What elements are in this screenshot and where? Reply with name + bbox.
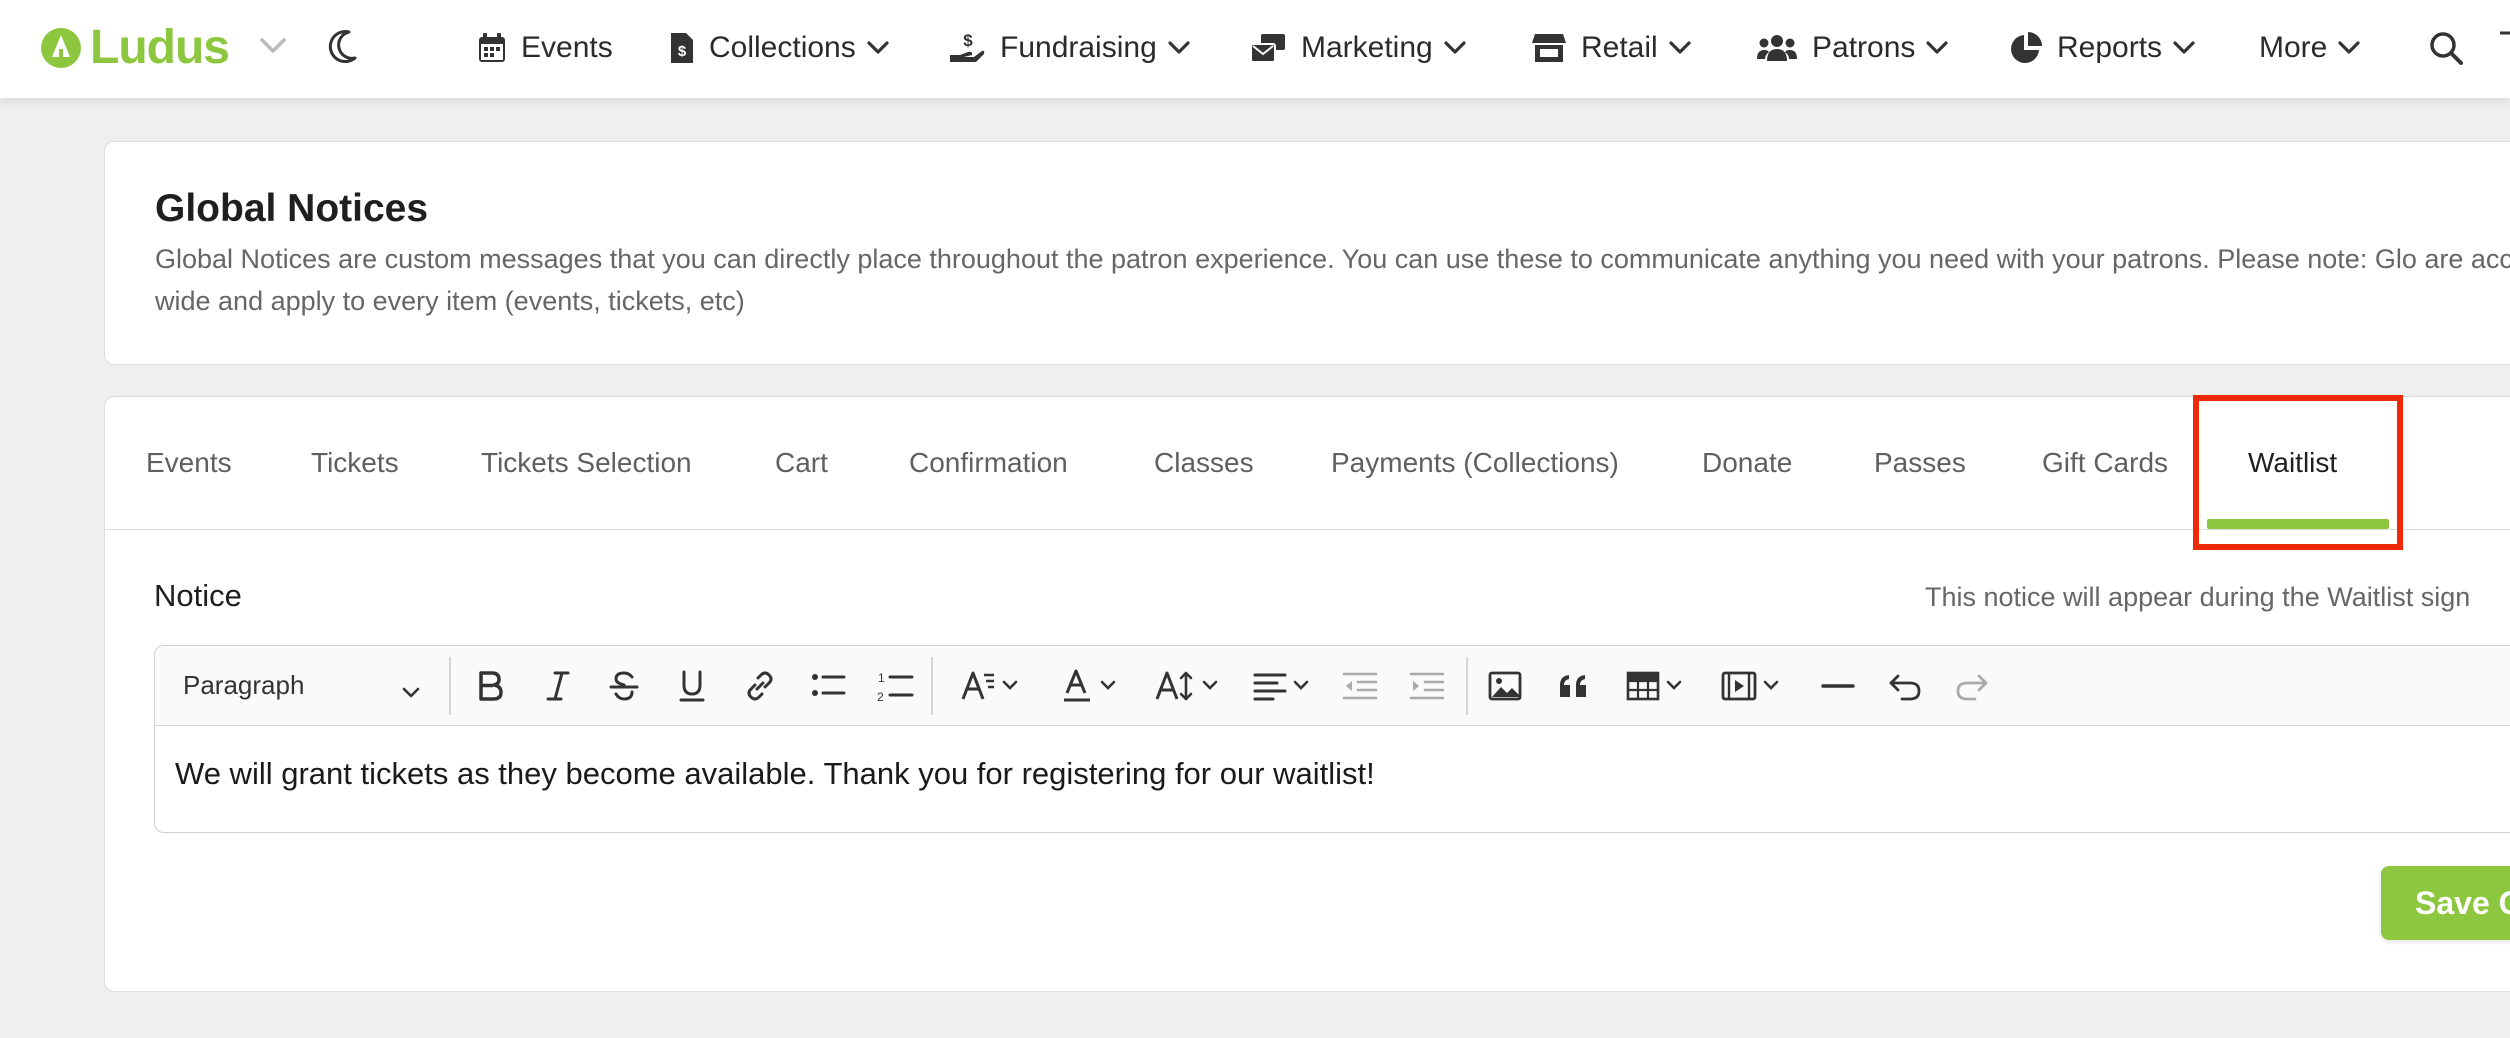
link-icon[interactable]	[735, 660, 785, 712]
blockquote-icon[interactable]	[1549, 660, 1599, 712]
search-icon[interactable]	[2428, 30, 2464, 71]
nav-label: More	[2259, 31, 2328, 64]
svg-text:1: 1	[878, 671, 885, 685]
hand-dollar-icon: $	[948, 31, 986, 65]
nav-label: Events	[521, 31, 613, 64]
chevron-down-icon	[401, 676, 421, 707]
tab-classes[interactable]: Classes	[1154, 397, 1254, 529]
notice-hint: This notice will appear during the Waitl…	[1925, 582, 2471, 612]
chevron-down-icon	[1167, 40, 1191, 56]
chevron-down-icon	[866, 40, 890, 56]
chevron-down-icon	[2172, 40, 2196, 56]
horizontal-line-icon[interactable]	[1813, 660, 1863, 712]
tab-passes[interactable]: Passes	[1874, 397, 1966, 529]
redo-icon[interactable]	[1947, 660, 1997, 712]
nav-patrons[interactable]: Patrons	[1756, 22, 1949, 74]
nav-collections[interactable]: $ Collections	[669, 22, 890, 74]
global-notices-header-card: Global Notices Global Notices are custom…	[104, 141, 2510, 365]
dark-mode-moon-icon[interactable]	[325, 28, 359, 71]
italic-icon[interactable]	[533, 660, 583, 712]
nav-overflow-icon[interactable]	[2500, 28, 2510, 38]
bold-icon[interactable]	[465, 660, 515, 712]
image-icon[interactable]	[1480, 660, 1530, 712]
nav-marketing[interactable]: Marketing	[1249, 22, 1467, 74]
nav-label: Collections	[709, 31, 856, 64]
mail-bulk-icon	[1249, 32, 1287, 64]
table-icon[interactable]	[1616, 660, 1692, 712]
chevron-down-icon	[1002, 680, 1018, 692]
indent-icon[interactable]	[1402, 660, 1452, 712]
editor-toolbar: Paragraph 12	[155, 646, 2510, 726]
tab-tickets[interactable]: Tickets	[311, 397, 399, 529]
align-icon[interactable]	[1243, 660, 1319, 712]
logo-text: Ludus	[90, 21, 230, 74]
font-family-icon[interactable]	[951, 660, 1027, 712]
editor-content[interactable]: We will grant tickets as they become ava…	[175, 756, 1375, 792]
chevron-down-icon	[2337, 40, 2361, 56]
chevron-down-icon	[1202, 680, 1218, 692]
numbered-list-icon[interactable]: 12	[870, 660, 920, 712]
receipt-dollar-icon: $	[669, 31, 695, 65]
svg-text:$: $	[963, 31, 973, 50]
save-button[interactable]: Save C	[2381, 866, 2510, 940]
chevron-down-icon	[1100, 680, 1116, 692]
calendar-icon	[477, 32, 507, 64]
nav-label: Reports	[2057, 31, 2163, 64]
tab-events[interactable]: Events	[146, 397, 232, 529]
undo-icon[interactable]	[1880, 660, 1930, 712]
svg-text:2: 2	[877, 690, 884, 703]
svg-text:$: $	[678, 43, 687, 60]
tab-cart[interactable]: Cart	[775, 397, 828, 529]
account-switcher-chevron-icon[interactable]	[258, 36, 288, 61]
toolbar-separator	[449, 657, 451, 715]
chevron-down-icon	[1293, 680, 1309, 692]
nav-retail[interactable]: Retail	[1531, 22, 1692, 74]
outdent-icon[interactable]	[1335, 660, 1385, 712]
tab-donate[interactable]: Donate	[1702, 397, 1792, 529]
nav-label: Retail	[1581, 31, 1658, 64]
tab-gift-cards[interactable]: Gift Cards	[2042, 397, 2168, 529]
top-navigation: Ludus Events $ Collections $ Fundraising…	[0, 0, 2510, 98]
notice-tabs: Events Tickets Tickets Selection Cart Co…	[105, 397, 2510, 530]
notice-label: Notice	[154, 578, 242, 613]
font-size-icon[interactable]	[1145, 660, 1227, 712]
ludus-logo-icon	[41, 27, 81, 68]
chevron-down-icon	[1763, 680, 1779, 692]
font-color-icon[interactable]	[1051, 660, 1127, 712]
chevron-down-icon	[1925, 40, 1949, 56]
ludus-logo[interactable]: Ludus	[40, 20, 230, 75]
nav-label: Marketing	[1301, 31, 1433, 64]
underline-icon[interactable]	[667, 660, 717, 712]
page-title: Global Notices	[155, 187, 429, 230]
store-icon	[1531, 32, 1567, 64]
tab-confirmation[interactable]: Confirmation	[909, 397, 1068, 529]
chevron-down-icon	[1666, 680, 1682, 692]
nav-label: Patrons	[1812, 31, 1916, 64]
page-description: Global Notices are custom messages that …	[155, 244, 2510, 316]
nav-label: Fundraising	[1000, 31, 1157, 64]
block-format-select[interactable]: Paragraph	[183, 660, 433, 710]
pie-chart-icon	[2009, 31, 2043, 65]
toolbar-separator	[1466, 657, 1468, 715]
nav-fundraising[interactable]: $ Fundraising	[948, 22, 1191, 74]
media-icon[interactable]	[1712, 660, 1788, 712]
bulleted-list-icon[interactable]	[803, 660, 853, 712]
rich-text-editor: Paragraph 12 We will grant tickets as th…	[154, 645, 2510, 833]
block-format-value: Paragraph	[183, 669, 305, 700]
strikethrough-icon[interactable]	[599, 660, 649, 712]
nav-events[interactable]: Events	[477, 22, 613, 74]
nav-more[interactable]: More	[2259, 22, 2361, 74]
tab-tickets-selection[interactable]: Tickets Selection	[481, 397, 692, 529]
chevron-down-icon	[1668, 40, 1692, 56]
users-icon	[1756, 33, 1798, 63]
tab-payments-collections[interactable]: Payments (Collections)	[1331, 397, 1619, 529]
nav-reports[interactable]: Reports	[2009, 22, 2196, 74]
chevron-down-icon	[1443, 40, 1467, 56]
toolbar-separator	[931, 657, 933, 715]
waitlist-tab-highlight	[2193, 395, 2403, 550]
